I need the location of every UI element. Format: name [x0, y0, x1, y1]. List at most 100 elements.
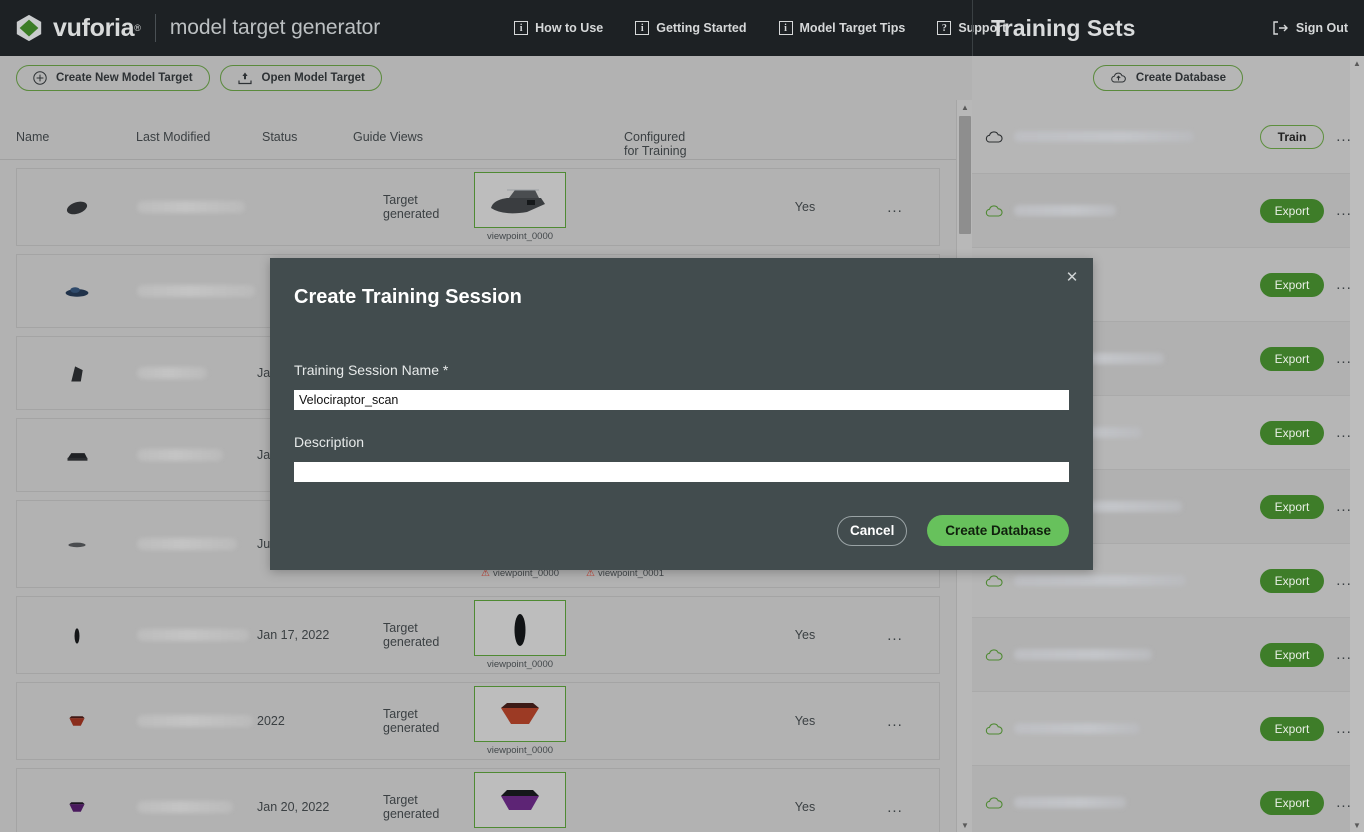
description-label: Description: [294, 434, 365, 450]
row-status: Target generated: [383, 707, 440, 735]
row-last-modified: Jan 20, 2022: [257, 800, 330, 814]
table-row[interactable]: Jan 20, 2022 Target generated viewpoint_…: [16, 768, 940, 832]
export-button[interactable]: Export: [1260, 272, 1324, 297]
export-button[interactable]: Export: [1260, 198, 1324, 223]
cancel-button[interactable]: Cancel: [837, 515, 908, 546]
configured-line-2: for Training: [624, 144, 687, 158]
create-database-label: Create Database: [1135, 72, 1227, 84]
row-configured: Yes: [794, 800, 816, 814]
nav-how-to-use-label: How to Use: [535, 21, 604, 35]
training-set-row[interactable]: Export ...: [972, 766, 1364, 832]
object-gray-thumbnail-icon: [68, 542, 86, 548]
training-session-name-input[interactable]: [294, 390, 1069, 410]
guide-view-label: viewpoint_0000: [474, 659, 566, 670]
redacted-name: [137, 201, 245, 213]
cloud-upload-icon: [1111, 72, 1126, 83]
row-guide-views: viewpoint_0000: [474, 172, 745, 242]
export-button[interactable]: Export: [1260, 568, 1324, 593]
row-thumbnail: [17, 794, 137, 820]
guide-view-item[interactable]: viewpoint_0000: [474, 686, 566, 756]
training-sets-toolbar: Create Database: [972, 56, 1364, 100]
boat-blue-thumbnail-icon: [65, 287, 89, 297]
scroll-up-icon[interactable]: ▲: [957, 100, 973, 114]
row-guide-views: viewpoint_0000: [474, 600, 745, 670]
info-icon: i: [635, 21, 650, 35]
training-set-row[interactable]: Export ...: [972, 692, 1364, 766]
redacted-name: [137, 538, 237, 550]
brand-name: vuforia: [53, 13, 135, 42]
boat-thumbnail-icon: [66, 201, 88, 215]
redacted-name: [137, 285, 255, 297]
redacted-name: [137, 367, 207, 379]
pin-thumbnail-icon: [74, 628, 80, 644]
create-database-confirm-button[interactable]: Create Database: [927, 515, 1069, 546]
export-button[interactable]: Export: [1260, 346, 1324, 371]
model-targets-toolbar: Create New Model Target Open Model Targe…: [0, 56, 972, 100]
nav-how-to-use[interactable]: i How to Use: [514, 21, 603, 35]
nav-model-target-tips-label: Model Target Tips: [799, 21, 906, 35]
training-set-row[interactable]: Export ...: [972, 618, 1364, 692]
training-session-name-label: Training Session Name *: [294, 362, 449, 378]
table-header-row: Name Last Modified Status Guide Views Co…: [0, 100, 956, 160]
scroll-up-icon[interactable]: ▲: [1350, 56, 1364, 70]
train-button[interactable]: Train: [1260, 124, 1324, 149]
row-status: Target generated: [383, 193, 440, 221]
row-thumbnail: [17, 194, 137, 220]
row-thumbnail: [17, 360, 137, 386]
nav-model-target-tips[interactable]: i Model Target Tips: [778, 21, 906, 35]
open-model-target-label: Open Model Target: [261, 72, 365, 84]
training-set-name: [1014, 723, 1260, 734]
row-overflow-menu[interactable]: ...: [865, 627, 925, 644]
training-sets-header: Training Sets Sign Out: [972, 0, 1364, 56]
export-button[interactable]: Export: [1260, 642, 1324, 667]
row-last-modified: Jan 17, 2022: [257, 628, 330, 642]
create-database-button[interactable]: Create Database: [1092, 65, 1244, 91]
car-dark-thumbnail-icon: [67, 453, 88, 461]
row-status: Target generated: [383, 621, 440, 649]
box-purple-thumbnail-icon: [69, 802, 85, 812]
row-configured: Yes: [794, 628, 816, 642]
guide-view-thumbnail: [474, 600, 566, 656]
export-button[interactable]: Export: [1260, 790, 1324, 815]
guide-view-label: viewpoint_0000: [474, 231, 566, 242]
guide-view-item[interactable]: viewpoint_0000: [474, 600, 566, 670]
close-icon[interactable]: ✕: [1061, 266, 1083, 288]
table-row[interactable]: 2022 Target generated viewpoint_0000 Yes…: [16, 682, 940, 760]
table-row[interactable]: Jan 17, 2022 Target generated viewpoint_…: [16, 596, 940, 674]
row-name: [137, 367, 257, 379]
open-model-target-button[interactable]: Open Model Target: [219, 65, 382, 91]
scrollbar-thumb[interactable]: [959, 116, 971, 234]
row-overflow-menu[interactable]: ...: [865, 799, 925, 816]
scroll-down-icon[interactable]: ▼: [957, 818, 973, 832]
redacted-name: [137, 715, 253, 727]
export-button[interactable]: Export: [1260, 420, 1324, 445]
nav-getting-started[interactable]: i Getting Started: [635, 21, 747, 35]
brand-logo-group: vuforia ® model target generator: [0, 13, 380, 43]
brand-trademark: ®: [134, 23, 141, 33]
guide-view-item[interactable]: viewpoint_0000: [474, 172, 566, 242]
row-overflow-menu[interactable]: ...: [865, 199, 925, 216]
scroll-down-icon[interactable]: ▼: [1350, 818, 1364, 832]
redacted-name: [1014, 723, 1140, 734]
export-button[interactable]: Export: [1260, 716, 1324, 741]
sign-out-button[interactable]: Sign Out: [1272, 21, 1348, 35]
right-panel-scrollbar[interactable]: ▲ ▼: [1350, 56, 1364, 832]
guide-view-name: viewpoint_0000: [486, 659, 554, 670]
export-button[interactable]: Export: [1260, 494, 1324, 519]
cloud-icon: [985, 722, 1003, 735]
column-header-guide-views: Guide Views: [353, 130, 423, 144]
header-nav: i How to Use i Getting Started i Model T…: [514, 21, 1006, 35]
create-training-session-modal: ✕ Create Training Session Training Sessi…: [270, 258, 1093, 570]
table-row[interactable]: Target generated viewpoint_0000 Yes ...: [16, 168, 940, 246]
box-red-thumbnail-icon: [69, 716, 85, 726]
training-set-row[interactable]: Export ...: [972, 174, 1364, 248]
cloud-icon: [985, 648, 1003, 661]
upload-icon: [237, 72, 252, 85]
description-input[interactable]: [294, 462, 1069, 482]
training-set-row[interactable]: Train ...: [972, 100, 1364, 174]
guide-view-item[interactable]: viewpoint_0000: [474, 772, 566, 832]
create-new-model-target-button[interactable]: Create New Model Target: [16, 65, 210, 91]
row-guide-views: viewpoint_0000: [474, 686, 745, 756]
redacted-name: [1014, 131, 1194, 142]
row-overflow-menu[interactable]: ...: [865, 713, 925, 730]
